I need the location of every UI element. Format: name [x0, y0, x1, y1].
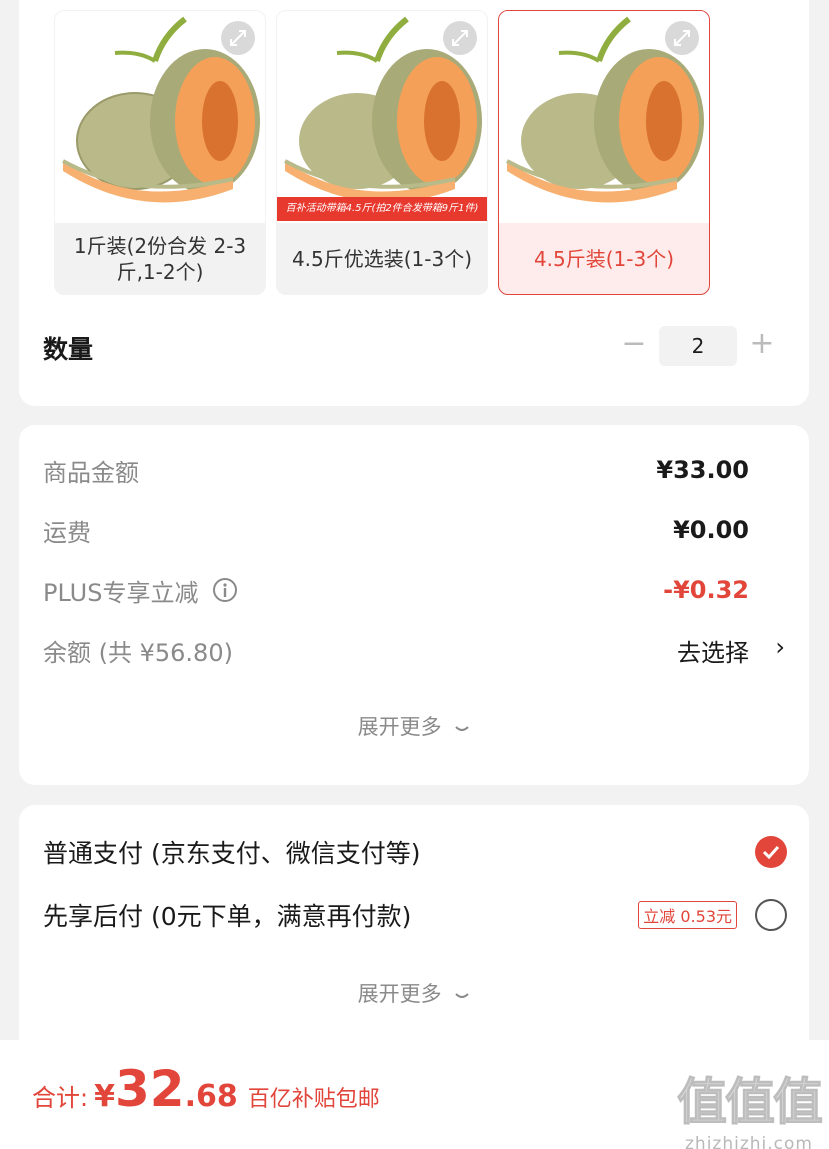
watermark-url: zhizhizhi.com	[685, 1134, 813, 1149]
quantity-increase-button[interactable]: +	[747, 325, 777, 365]
promo-strip: 百补活动带箱4.5斤(拍2件合发带箱9斤1件)	[277, 197, 487, 221]
radio-unchecked-icon[interactable]	[755, 899, 787, 931]
chevron-down-icon	[448, 715, 471, 739]
spec-option-3[interactable]: 4.5斤装(1-3个)	[498, 10, 710, 295]
expand-more-label: 展开更多	[357, 715, 442, 739]
price-value: ¥33.00	[656, 456, 749, 484]
price-label: 商品金额	[43, 458, 139, 487]
discount-badge: 立减 0.53元	[638, 901, 737, 929]
expand-image-icon[interactable]	[221, 21, 255, 55]
subsidy-note: 百亿补贴包邮	[247, 1087, 380, 1112]
balance-select-link[interactable]: 去选择	[677, 633, 749, 668]
payment-option-standard[interactable]: 普通支付 (京东支付、微信支付等)	[43, 830, 787, 874]
price-row-goods: 商品金额 ¥33.00	[43, 450, 749, 490]
expand-more-button[interactable]: 展开更多	[19, 978, 809, 1008]
total-label: 合计:	[32, 1084, 89, 1112]
radio-checked-icon[interactable]	[755, 836, 787, 868]
checkout-bar: 合计: ¥ 32 .68 百亿补贴包邮 值值值 zhizhizhi.com	[0, 1040, 829, 1149]
total-integer: 32	[114, 1060, 185, 1118]
spec-label: 4.5斤装(1-3个)	[533, 247, 675, 271]
expand-image-icon[interactable]	[665, 21, 699, 55]
spec-label: 4.5斤优选装(1-3个)	[291, 247, 473, 271]
price-value: ¥0.00	[673, 516, 749, 544]
price-row-balance[interactable]: 余额 (共 ¥56.80) 去选择	[43, 630, 749, 670]
price-label-wrap: PLUS专享立减	[43, 573, 238, 608]
price-label: 运费	[43, 518, 91, 547]
payment-label: 先享后付 (0元下单，满意再付款)	[43, 902, 412, 931]
price-card: 商品金额 ¥33.00 运费 ¥0.00 PLUS专享立减 -¥0.32 余额 …	[19, 425, 809, 785]
price-value: -¥0.32	[663, 576, 749, 604]
expand-image-icon[interactable]	[443, 21, 477, 55]
payment-label: 普通支付 (京东支付、微信支付等)	[43, 839, 421, 868]
chevron-down-icon	[448, 982, 471, 1006]
quantity-label: 数量	[43, 335, 94, 364]
price-label: PLUS专享立减	[43, 578, 199, 607]
info-icon[interactable]	[212, 577, 238, 603]
watermark-glyphs: 值值值	[677, 1073, 824, 1132]
payment-right: 立减 0.53元	[638, 899, 787, 931]
price-row-shipping: 运费 ¥0.00	[43, 510, 749, 550]
quantity-decrease-button[interactable]: −	[619, 325, 649, 365]
quantity-input[interactable]: 2	[659, 326, 737, 366]
total-currency: ¥	[94, 1079, 115, 1114]
spec-option-1[interactable]: 1斤装(2份合发 2-3斤,1-2个)	[54, 10, 266, 295]
chevron-right-icon[interactable]: ›	[775, 633, 785, 661]
total-decimal: .68	[184, 1079, 238, 1114]
spec-label: 1斤装(2份合发 2-3斤,1-2个)	[73, 234, 247, 284]
price-row-plus-discount: PLUS专享立减 -¥0.32	[43, 570, 749, 610]
expand-more-label: 展开更多	[357, 982, 442, 1006]
order-total: 合计: ¥ 32 .68 百亿补贴包邮	[32, 1060, 380, 1118]
watermark-logo: 值值值 zhizhizhi.com	[677, 1062, 824, 1149]
price-label: 余额 (共 ¥56.80)	[43, 638, 233, 667]
payment-option-paylater[interactable]: 先享后付 (0元下单，满意再付款) 立减 0.53元	[43, 893, 787, 937]
spec-option-2[interactable]: 百补活动带箱4.5斤(拍2件合发带箱9斤1件) 4.5斤优选装(1-3个)	[276, 10, 488, 295]
expand-more-button[interactable]: 展开更多	[19, 711, 809, 741]
spec-card: 1斤装(2份合发 2-3斤,1-2个) 百补活动带箱4.5斤(拍2件合发带箱9斤…	[19, 0, 809, 406]
